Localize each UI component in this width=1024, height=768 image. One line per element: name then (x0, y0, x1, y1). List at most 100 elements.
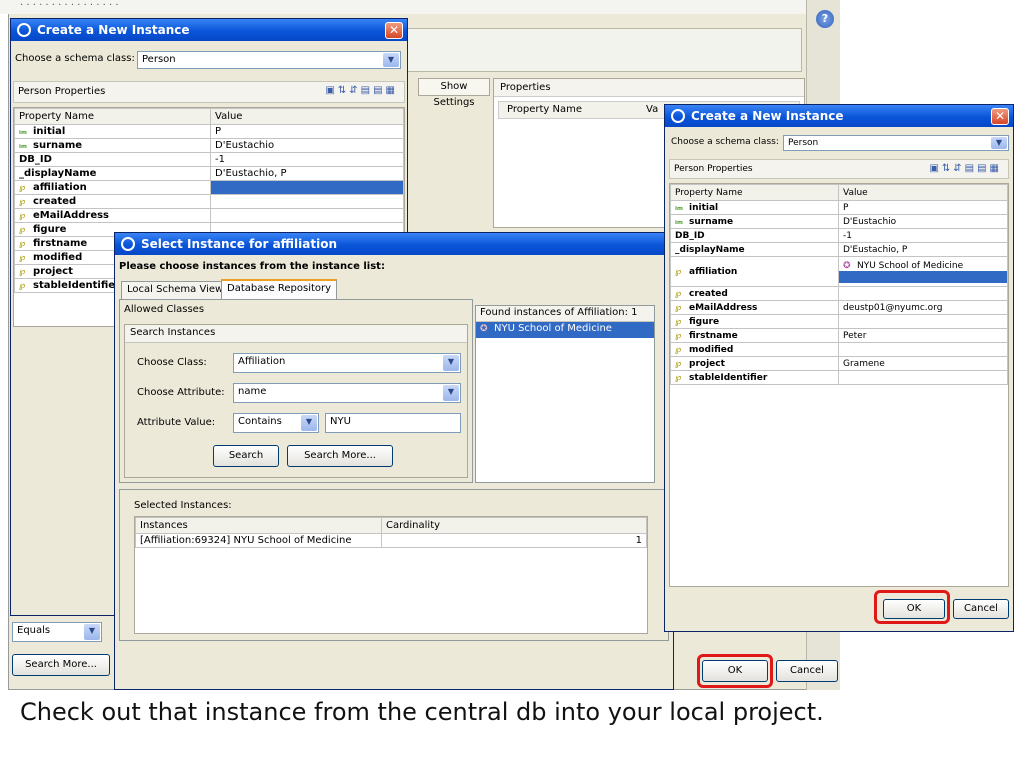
property-value-cell[interactable]: Peter (838, 328, 1008, 343)
property-name-cell: ℘ eMailAddress (14, 208, 211, 223)
property-name-cell: _displayName (14, 166, 211, 181)
property-value-cell[interactable]: P (838, 200, 1008, 215)
property-value-cell[interactable] (838, 286, 1008, 301)
property-icon: ᵢₘ (19, 127, 27, 137)
create-instance-dialog-right: Create a New Instance ✕ Choose a schema … (664, 104, 1014, 632)
table-row[interactable]: ℘ created (670, 286, 1008, 301)
table-row[interactable]: ℘ firstname Peter (670, 328, 1008, 343)
list-item[interactable]: ✪ NYU School of Medicine (476, 322, 654, 338)
table-row[interactable]: _displayName D'Eustachio, P (670, 242, 1008, 257)
search-button[interactable]: Search (213, 445, 279, 467)
cardinality-cell[interactable]: 1 (381, 533, 647, 548)
table-row[interactable]: ᵢₘ initial P (670, 200, 1008, 215)
section-title: Person Properties (674, 164, 753, 174)
show-settings-button[interactable]: Show Settings (418, 78, 490, 108)
property-value-cell[interactable]: deustp01@nyumc.org (838, 300, 1008, 315)
property-name: modified (689, 344, 734, 355)
choose-class-select[interactable]: Affiliation ▼ (233, 353, 461, 373)
property-value-cell[interactable]: D'Eustachio, P (838, 242, 1008, 257)
property-name-cell: ℘ modified (670, 342, 839, 357)
table-row[interactable]: ᵢₘ initial P (14, 124, 404, 139)
person-properties-header: Person Properties ▣⇅⇵▤▤▦ (669, 159, 1009, 179)
table-row[interactable]: ℘ project Gramene (670, 356, 1008, 371)
schema-class-select[interactable]: Person ▼ (137, 51, 401, 69)
property-icon: ℘ (19, 183, 26, 193)
property-value-cell[interactable]: Gramene (838, 356, 1008, 371)
right-cancel-button[interactable]: Cancel (953, 599, 1009, 619)
table-row[interactable]: _displayName D'Eustachio, P (14, 166, 404, 181)
property-toolbar-icons[interactable]: ▣⇅⇵▤▤▦ (929, 163, 1002, 174)
property-icon: ℘ (675, 302, 682, 313)
table-row[interactable]: ℘ stableIdentifier (670, 370, 1008, 385)
affiliation-value: NYU School of Medicine (857, 260, 964, 271)
table-row[interactable]: DB_ID -1 (14, 152, 404, 167)
properties-title: Properties (494, 79, 804, 97)
property-value-cell[interactable]: D'Eustachio (838, 214, 1008, 229)
table-row[interactable]: ℘ modified (670, 342, 1008, 357)
property-value-cell[interactable]: D'Eustachio (210, 138, 404, 153)
table-row[interactable]: DB_ID -1 (670, 228, 1008, 243)
property-value-cell[interactable]: -1 (838, 228, 1008, 243)
col-value: Value (838, 184, 1008, 201)
table-row[interactable]: ℘ figure (670, 314, 1008, 329)
property-value-cell[interactable]: D'Eustachio, P (210, 166, 404, 181)
property-name: surname (33, 140, 83, 151)
dialog-titlebar[interactable]: Select Instance for affiliation (115, 233, 673, 255)
col-value: Value (210, 108, 404, 125)
property-value-cell[interactable] (838, 314, 1008, 329)
table-row[interactable]: ᵢₘ surname D'Eustachio (670, 214, 1008, 229)
property-name: project (689, 358, 725, 369)
section-title: Person Properties (18, 86, 106, 97)
property-value-cell[interactable] (210, 208, 404, 223)
property-value-cell[interactable] (838, 370, 1008, 385)
equals-select[interactable]: Equals ▼ (12, 622, 102, 642)
property-value-cell[interactable]: ✪ NYU School of Medicine (838, 256, 1008, 287)
table-row[interactable]: ℘ affiliation (14, 180, 404, 195)
attribute-value-input[interactable]: NYU (325, 413, 461, 433)
property-name: surname (689, 216, 734, 227)
chevron-down-icon: ▼ (991, 137, 1007, 149)
help-icon[interactable]: ? (816, 10, 834, 28)
table-row[interactable]: ℘ eMailAddress deustp01@nyumc.org (670, 300, 1008, 315)
property-name: created (33, 196, 77, 207)
property-value-cell[interactable]: P (210, 124, 404, 139)
property-name: affiliation (33, 182, 87, 193)
table-row[interactable]: [Affiliation:69324] NYU School of Medici… (135, 533, 647, 548)
property-name: modified (33, 252, 83, 263)
table-row[interactable]: ᵢₘ surname D'Eustachio (14, 138, 404, 153)
table-row[interactable]: ℘ created (14, 194, 404, 209)
match-mode-select[interactable]: Contains ▼ (233, 413, 319, 433)
property-value-cell[interactable]: -1 (210, 152, 404, 167)
property-name: initial (689, 202, 719, 213)
property-value-cell[interactable] (210, 194, 404, 209)
property-icon: ℘ (675, 266, 682, 277)
tab-database-repository[interactable]: Database Repository (221, 279, 338, 299)
schema-class-value: Person (142, 54, 176, 65)
property-icon: ᵢₘ (19, 141, 27, 151)
property-toolbar-icons[interactable]: ▣⇅⇵▤▤▦ (325, 85, 398, 96)
affiliation-add-slot[interactable] (839, 270, 1007, 283)
selected-instances-panel: Selected Instances: Instances Cardinalit… (119, 489, 669, 641)
property-icon: ℘ (675, 372, 682, 383)
select-cancel-button[interactable]: Cancel (776, 660, 838, 682)
table-row[interactable]: ℘ affiliation ✪ NYU School of Medicine (670, 256, 1008, 287)
close-icon[interactable]: ✕ (385, 22, 403, 39)
close-icon[interactable]: ✕ (991, 108, 1009, 125)
dialog-titlebar[interactable]: Create a New Instance (665, 105, 1013, 127)
search-more-button[interactable]: Search More... (287, 445, 393, 467)
property-name-cell: DB_ID (14, 152, 211, 167)
property-value-cell[interactable] (210, 180, 404, 195)
selected-instances-table-container: Instances Cardinality [Affiliation:69324… (134, 516, 648, 634)
choose-attribute-select[interactable]: name ▼ (233, 383, 461, 403)
property-name-cell: ℘ firstname (670, 328, 839, 343)
dialog-titlebar[interactable]: Create a New Instance (11, 19, 407, 41)
property-icon: ℘ (19, 239, 26, 249)
table-row[interactable]: ℘ eMailAddress (14, 208, 404, 223)
property-name-cell: ℘ created (14, 194, 211, 209)
app-icon (121, 237, 135, 251)
schema-class-select[interactable]: Person ▼ (783, 135, 1009, 151)
tab-local-schema-view[interactable]: Local Schema View (121, 281, 230, 299)
property-value-cell[interactable] (838, 342, 1008, 357)
person-properties-header: Person Properties ▣⇅⇵▤▤▦ (13, 81, 405, 103)
background-search-more-button[interactable]: Search More... (12, 654, 110, 676)
